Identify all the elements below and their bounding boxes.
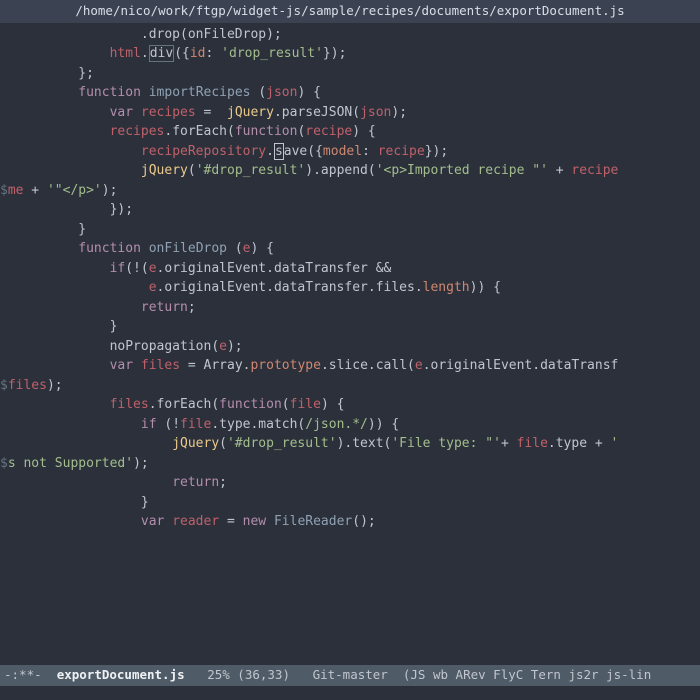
code-line[interactable]: return; xyxy=(0,298,700,318)
code-line[interactable]: jQuery('#drop_result').text('File type: … xyxy=(0,434,700,454)
code-line[interactable]: $s not Supported'); xyxy=(0,454,700,474)
code-line[interactable]: recipeRepository.save({model: recipe}); xyxy=(0,142,700,162)
code-line[interactable]: noPropagation(e); xyxy=(0,337,700,357)
search-highlight: div xyxy=(149,45,174,62)
modeline-modes: (JS wb ARev FlyC Tern js2r js-lin xyxy=(388,666,651,685)
text-cursor: s xyxy=(274,143,284,160)
code-line[interactable]: $me + '"</p>'); xyxy=(0,181,700,201)
code-line[interactable]: var recipes = jQuery.parseJSON(json); xyxy=(0,103,700,123)
modeline-vc: Git-master xyxy=(313,666,388,685)
code-line[interactable]: jQuery('#drop_result').append('<p>Import… xyxy=(0,161,700,181)
modeline-position: 25% (36,33) xyxy=(185,666,313,685)
code-line[interactable]: }); xyxy=(0,200,700,220)
code-line[interactable]: $files); xyxy=(0,376,700,396)
window-titlebar: /home/nico/work/ftgp/widget-js/sample/re… xyxy=(0,0,700,23)
code-line[interactable]: return; xyxy=(0,473,700,493)
code-line[interactable]: if (!file.type.match(/json.*/)) { xyxy=(0,415,700,435)
modeline-buffer-name: exportDocument.js xyxy=(57,666,185,685)
code-line[interactable]: }; xyxy=(0,64,700,84)
minibuffer[interactable] xyxy=(0,686,700,700)
code-editor[interactable]: .drop(onFileDrop); html.div({id: 'drop_r… xyxy=(0,23,700,666)
mode-line: -:**- exportDocument.js 25% (36,33) Git-… xyxy=(0,665,700,686)
code-line[interactable]: } xyxy=(0,317,700,337)
code-line[interactable]: } xyxy=(0,493,700,513)
code-line[interactable]: recipes.forEach(function(recipe) { xyxy=(0,122,700,142)
code-line[interactable]: files.forEach(function(file) { xyxy=(0,395,700,415)
code-line[interactable]: var reader = new FileReader(); xyxy=(0,512,700,532)
code-line[interactable]: .drop(onFileDrop); xyxy=(0,25,700,45)
code-line[interactable]: e.originalEvent.dataTransfer.files.lengt… xyxy=(0,278,700,298)
modeline-status: -:**- xyxy=(4,666,57,685)
code-line[interactable]: var files = Array.prototype.slice.call(e… xyxy=(0,356,700,376)
code-line[interactable]: if(!(e.originalEvent.dataTransfer && xyxy=(0,259,700,279)
code-line[interactable]: function onFileDrop (e) { xyxy=(0,239,700,259)
code-line[interactable]: html.div({id: 'drop_result'}); xyxy=(0,44,700,64)
code-line[interactable]: } xyxy=(0,220,700,240)
file-path: /home/nico/work/ftgp/widget-js/sample/re… xyxy=(75,3,624,18)
code-line[interactable]: function importRecipes (json) { xyxy=(0,83,700,103)
